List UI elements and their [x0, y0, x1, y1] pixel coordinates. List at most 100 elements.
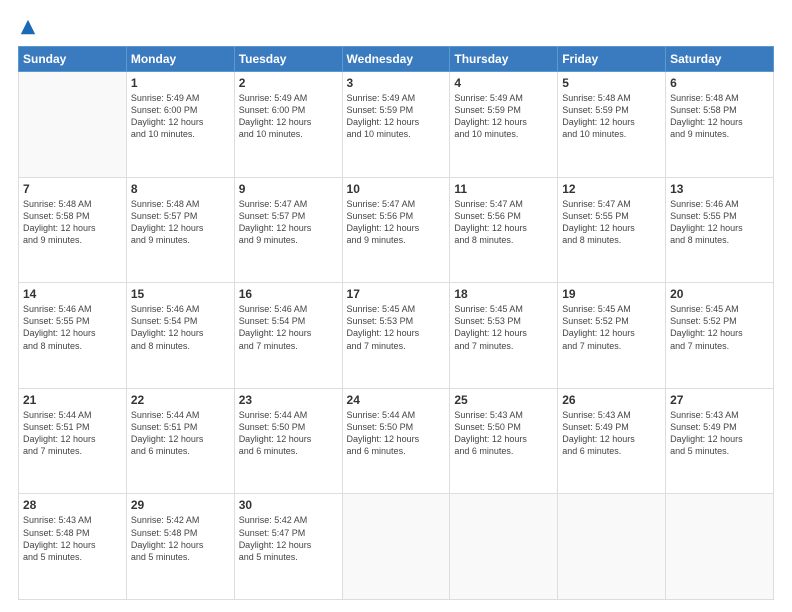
- day-number: 2: [239, 76, 338, 90]
- day-number: 6: [670, 76, 769, 90]
- day-of-week-tuesday: Tuesday: [234, 47, 342, 72]
- day-info: Sunrise: 5:46 AM Sunset: 5:54 PM Dayligh…: [131, 303, 230, 352]
- calendar-cell: 10 Sunrise: 5:47 AM Sunset: 5:56 PM Dayli…: [342, 177, 450, 283]
- day-number: 24: [347, 393, 446, 407]
- day-info: Sunrise: 5:46 AM Sunset: 5:55 PM Dayligh…: [23, 303, 122, 352]
- calendar-week-4: 21Sunrise: 5:44 AM Sunset: 5:51 PM Dayli…: [19, 388, 774, 494]
- day-number: 27: [670, 393, 769, 407]
- day-of-week-sunday: Sunday: [19, 47, 127, 72]
- calendar-cell: 30Sunrise: 5:42 AM Sunset: 5:47 PM Dayli…: [234, 494, 342, 600]
- day-info: Sunrise: 5:43 AM Sunset: 5:50 PM Dayligh…: [454, 409, 553, 458]
- calendar-cell: 25 Sunrise: 5:43 AM Sunset: 5:50 PM Dayli…: [450, 388, 558, 494]
- header: [18, 18, 774, 36]
- calendar-week-2: 7 Sunrise: 5:48 AM Sunset: 5:58 PM Daylig…: [19, 177, 774, 283]
- day-number: 11: [454, 182, 553, 196]
- calendar-table: SundayMondayTuesdayWednesdayThursdayFrid…: [18, 46, 774, 600]
- day-number: 10: [347, 182, 446, 196]
- day-number: 5: [562, 76, 661, 90]
- day-number: 3: [347, 76, 446, 90]
- day-number: 14: [23, 287, 122, 301]
- day-number: 13: [670, 182, 769, 196]
- day-number: 19: [562, 287, 661, 301]
- day-of-week-saturday: Saturday: [666, 47, 774, 72]
- day-number: 1: [131, 76, 230, 90]
- day-number: 17: [347, 287, 446, 301]
- calendar-cell: 5 Sunrise: 5:48 AM Sunset: 5:59 PM Daylig…: [558, 72, 666, 178]
- calendar-cell: 26 Sunrise: 5:43 AM Sunset: 5:49 PM Dayli…: [558, 388, 666, 494]
- day-number: 30: [239, 498, 338, 512]
- day-number: 4: [454, 76, 553, 90]
- calendar-cell: 17 Sunrise: 5:45 AM Sunset: 5:53 PM Dayli…: [342, 283, 450, 389]
- day-info: Sunrise: 5:47 AM Sunset: 5:55 PM Dayligh…: [562, 198, 661, 247]
- calendar-cell: 19 Sunrise: 5:45 AM Sunset: 5:52 PM Dayli…: [558, 283, 666, 389]
- day-info: Sunrise: 5:42 AM Sunset: 5:48 PM Dayligh…: [131, 514, 230, 563]
- calendar-cell: 24 Sunrise: 5:44 AM Sunset: 5:50 PM Dayli…: [342, 388, 450, 494]
- day-number: 9: [239, 182, 338, 196]
- day-info: Sunrise: 5:44 AM Sunset: 5:51 PM Dayligh…: [23, 409, 122, 458]
- day-info: Sunrise: 5:47 AM Sunset: 5:56 PM Dayligh…: [347, 198, 446, 247]
- calendar-cell: 21Sunrise: 5:44 AM Sunset: 5:51 PM Dayli…: [19, 388, 127, 494]
- day-number: 25: [454, 393, 553, 407]
- calendar-cell: 3 Sunrise: 5:49 AM Sunset: 5:59 PM Daylig…: [342, 72, 450, 178]
- calendar-header-row: SundayMondayTuesdayWednesdayThursdayFrid…: [19, 47, 774, 72]
- calendar-cell: 27 Sunrise: 5:43 AM Sunset: 5:49 PM Dayli…: [666, 388, 774, 494]
- calendar-cell: 1 Sunrise: 5:49 AM Sunset: 6:00 PM Daylig…: [126, 72, 234, 178]
- day-of-week-monday: Monday: [126, 47, 234, 72]
- day-info: Sunrise: 5:43 AM Sunset: 5:49 PM Dayligh…: [670, 409, 769, 458]
- calendar-cell: 11 Sunrise: 5:47 AM Sunset: 5:56 PM Dayli…: [450, 177, 558, 283]
- day-number: 26: [562, 393, 661, 407]
- calendar-cell: 29 Sunrise: 5:42 AM Sunset: 5:48 PM Dayli…: [126, 494, 234, 600]
- calendar-cell: 20 Sunrise: 5:45 AM Sunset: 5:52 PM Dayli…: [666, 283, 774, 389]
- day-info: Sunrise: 5:46 AM Sunset: 5:55 PM Dayligh…: [670, 198, 769, 247]
- day-of-week-thursday: Thursday: [450, 47, 558, 72]
- calendar-cell: 16Sunrise: 5:46 AM Sunset: 5:54 PM Dayli…: [234, 283, 342, 389]
- day-number: 29: [131, 498, 230, 512]
- day-info: Sunrise: 5:44 AM Sunset: 5:51 PM Dayligh…: [131, 409, 230, 458]
- day-of-week-wednesday: Wednesday: [342, 47, 450, 72]
- day-info: Sunrise: 5:49 AM Sunset: 5:59 PM Dayligh…: [347, 92, 446, 141]
- calendar-cell: 7 Sunrise: 5:48 AM Sunset: 5:58 PM Daylig…: [19, 177, 127, 283]
- calendar-cell: 23 Sunrise: 5:44 AM Sunset: 5:50 PM Dayli…: [234, 388, 342, 494]
- day-number: 8: [131, 182, 230, 196]
- calendar-cell: 18 Sunrise: 5:45 AM Sunset: 5:53 PM Dayli…: [450, 283, 558, 389]
- day-info: Sunrise: 5:45 AM Sunset: 5:52 PM Dayligh…: [562, 303, 661, 352]
- day-info: Sunrise: 5:44 AM Sunset: 5:50 PM Dayligh…: [239, 409, 338, 458]
- calendar-cell: [342, 494, 450, 600]
- day-info: Sunrise: 5:49 AM Sunset: 6:00 PM Dayligh…: [131, 92, 230, 141]
- calendar-cell: 4Sunrise: 5:49 AM Sunset: 5:59 PM Daylig…: [450, 72, 558, 178]
- day-info: Sunrise: 5:48 AM Sunset: 5:58 PM Dayligh…: [670, 92, 769, 141]
- logo-text: [18, 18, 37, 36]
- day-of-week-friday: Friday: [558, 47, 666, 72]
- day-info: Sunrise: 5:48 AM Sunset: 5:58 PM Dayligh…: [23, 198, 122, 247]
- calendar-cell: 9 Sunrise: 5:47 AM Sunset: 5:57 PM Daylig…: [234, 177, 342, 283]
- day-number: 18: [454, 287, 553, 301]
- calendar-cell: 8Sunrise: 5:48 AM Sunset: 5:57 PM Daylig…: [126, 177, 234, 283]
- day-info: Sunrise: 5:44 AM Sunset: 5:50 PM Dayligh…: [347, 409, 446, 458]
- calendar-cell: 13 Sunrise: 5:46 AM Sunset: 5:55 PM Dayli…: [666, 177, 774, 283]
- logo: [18, 18, 37, 36]
- day-number: 15: [131, 287, 230, 301]
- day-info: Sunrise: 5:48 AM Sunset: 5:59 PM Dayligh…: [562, 92, 661, 141]
- calendar-cell: 15 Sunrise: 5:46 AM Sunset: 5:54 PM Dayli…: [126, 283, 234, 389]
- day-info: Sunrise: 5:47 AM Sunset: 5:56 PM Dayligh…: [454, 198, 553, 247]
- day-info: Sunrise: 5:45 AM Sunset: 5:53 PM Dayligh…: [347, 303, 446, 352]
- day-number: 28: [23, 498, 122, 512]
- day-number: 7: [23, 182, 122, 196]
- day-number: 20: [670, 287, 769, 301]
- calendar-cell: 28 Sunrise: 5:43 AM Sunset: 5:48 PM Dayli…: [19, 494, 127, 600]
- calendar-week-1: 1 Sunrise: 5:49 AM Sunset: 6:00 PM Daylig…: [19, 72, 774, 178]
- day-number: 22: [131, 393, 230, 407]
- calendar-cell: [558, 494, 666, 600]
- day-info: Sunrise: 5:43 AM Sunset: 5:48 PM Dayligh…: [23, 514, 122, 563]
- calendar-week-3: 14 Sunrise: 5:46 AM Sunset: 5:55 PM Dayli…: [19, 283, 774, 389]
- day-info: Sunrise: 5:47 AM Sunset: 5:57 PM Dayligh…: [239, 198, 338, 247]
- calendar-cell: 6 Sunrise: 5:48 AM Sunset: 5:58 PM Daylig…: [666, 72, 774, 178]
- calendar-cell: [450, 494, 558, 600]
- calendar-cell: 14 Sunrise: 5:46 AM Sunset: 5:55 PM Dayli…: [19, 283, 127, 389]
- day-info: Sunrise: 5:45 AM Sunset: 5:53 PM Dayligh…: [454, 303, 553, 352]
- day-number: 23: [239, 393, 338, 407]
- day-info: Sunrise: 5:45 AM Sunset: 5:52 PM Dayligh…: [670, 303, 769, 352]
- day-info: Sunrise: 5:43 AM Sunset: 5:49 PM Dayligh…: [562, 409, 661, 458]
- day-info: Sunrise: 5:46 AM Sunset: 5:54 PM Dayligh…: [239, 303, 338, 352]
- calendar-cell: 2Sunrise: 5:49 AM Sunset: 6:00 PM Daylig…: [234, 72, 342, 178]
